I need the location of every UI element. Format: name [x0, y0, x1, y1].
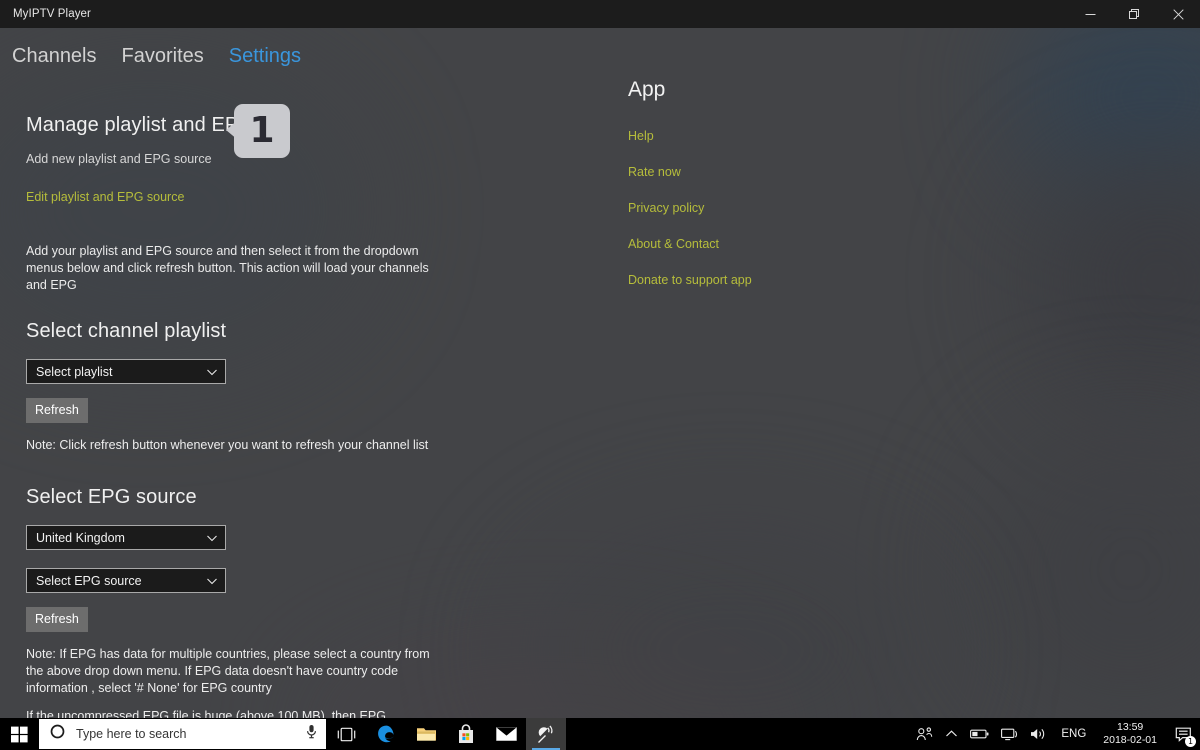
myiptv-player-taskbar-icon[interactable]	[526, 718, 566, 750]
select-channel-playlist-heading: Select channel playlist	[26, 320, 227, 342]
playlist-refresh-button[interactable]: Refresh	[26, 398, 88, 423]
app-link-rate-now[interactable]: Rate now	[628, 165, 978, 179]
epg-note-filesize: If the uncompressed EPG file is huge (ab…	[26, 709, 386, 718]
settings-left-column: Manage playlist and EPG Add new playlist…	[26, 68, 496, 718]
app-link-help[interactable]: Help	[628, 129, 978, 143]
chevron-down-icon	[205, 365, 219, 379]
tab-favorites[interactable]: Favorites	[122, 45, 204, 68]
app-link-about-contact[interactable]: About & Contact	[628, 237, 978, 251]
callout-box: 1	[234, 104, 290, 158]
callout-badge-1: 1	[226, 104, 290, 158]
epg-source-dropdown[interactable]: Select EPG source	[26, 568, 226, 593]
language-indicator[interactable]: ENG	[1053, 728, 1094, 740]
minimize-button[interactable]	[1068, 0, 1112, 28]
battery-icon[interactable]	[964, 718, 995, 750]
window-title: MyIPTV Player	[13, 8, 91, 20]
microsoft-edge-icon[interactable]	[366, 718, 406, 750]
microsoft-store-icon[interactable]	[446, 718, 486, 750]
show-hidden-icons-chevron-up-icon[interactable]	[939, 718, 964, 750]
epg-note-countries: Note: If EPG has data for multiple count…	[26, 647, 430, 695]
file-explorer-icon[interactable]	[406, 718, 446, 750]
clock-date: 2018-02-01	[1103, 734, 1157, 746]
epg-country-dropdown[interactable]: United Kingdom	[26, 525, 226, 550]
search-placeholder-text: Type here to search	[76, 727, 187, 741]
close-button[interactable]	[1156, 0, 1200, 28]
playlist-select-value: Select playlist	[36, 364, 113, 379]
mail-icon[interactable]	[486, 718, 526, 750]
search-input[interactable]: Type here to search	[39, 719, 326, 749]
app-link-privacy-policy[interactable]: Privacy policy	[628, 201, 978, 215]
select-epg-source-heading: Select EPG source	[26, 486, 197, 508]
notification-center-icon[interactable]: 1	[1166, 718, 1200, 750]
notification-badge: 1	[1185, 736, 1196, 747]
edit-playlist-link[interactable]: Edit playlist and EPG source	[26, 190, 184, 204]
task-view-button[interactable]	[326, 718, 366, 750]
app-section: App Help Rate now Privacy policy About &…	[628, 78, 978, 287]
start-button[interactable]	[0, 718, 38, 750]
app-section-heading: App	[628, 78, 666, 101]
epg-source-value: Select EPG source	[36, 573, 142, 588]
volume-icon[interactable]	[1024, 718, 1053, 750]
playlist-note: Note: Click refresh button whenever you …	[26, 438, 429, 452]
people-icon[interactable]	[910, 718, 939, 750]
clock-time: 13:59	[1117, 721, 1144, 733]
microphone-icon[interactable]	[305, 724, 318, 744]
chevron-down-icon	[205, 574, 219, 588]
playlist-select-dropdown[interactable]: Select playlist	[26, 359, 226, 384]
settings-content: Manage playlist and EPG Add new playlist…	[0, 68, 1200, 718]
epg-refresh-button[interactable]: Refresh	[26, 607, 88, 632]
title-bar: MyIPTV Player	[0, 0, 1200, 28]
restore-button[interactable]	[1112, 0, 1156, 28]
add-new-playlist-link[interactable]: Add new playlist and EPG source	[26, 152, 212, 166]
tab-channels[interactable]: Channels	[12, 45, 97, 68]
callout-number: 1	[249, 110, 275, 151]
windows-taskbar: Type here to search ENG 13:59 2018-02-01…	[0, 718, 1200, 750]
app-window: MyIPTV Player Channels Favorites Setting…	[0, 0, 1200, 718]
app-link-donate[interactable]: Donate to support app	[628, 273, 978, 287]
clock[interactable]: 13:59 2018-02-01	[1094, 718, 1166, 750]
main-tab-bar: Channels Favorites Settings	[0, 28, 1200, 68]
tab-settings[interactable]: Settings	[229, 45, 301, 68]
search-circle-icon	[50, 724, 65, 744]
epg-country-value: United Kingdom	[36, 530, 125, 545]
network-display-icon[interactable]	[995, 718, 1024, 750]
system-tray: ENG 13:59 2018-02-01 1	[910, 718, 1200, 750]
manage-description: Add your playlist and EPG source and the…	[26, 244, 429, 292]
chevron-down-icon	[205, 531, 219, 545]
